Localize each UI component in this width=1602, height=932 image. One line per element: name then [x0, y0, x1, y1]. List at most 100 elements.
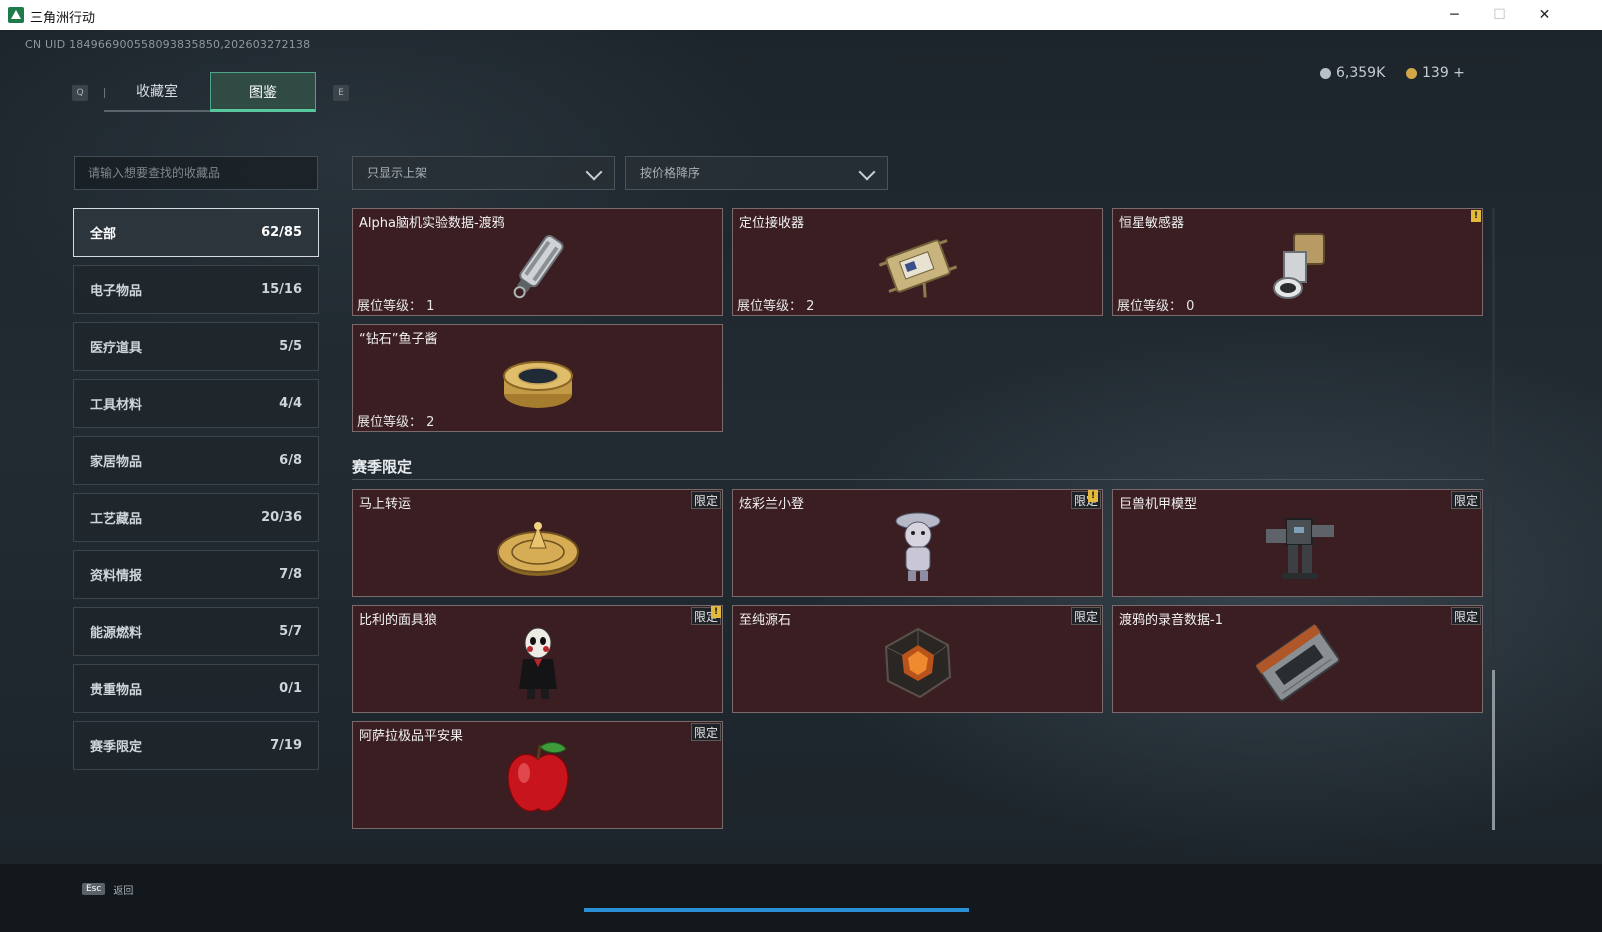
- category-count: 5/5: [279, 339, 302, 354]
- season-item-card[interactable]: 巨兽机甲模型 限定: [1112, 489, 1483, 597]
- category-electronics[interactable]: 电子物品 15/16: [73, 265, 319, 314]
- limited-tag: 限定: [1071, 607, 1101, 625]
- shelf-filter-dropdown[interactable]: 只显示上架: [352, 156, 615, 190]
- caviar-tin-icon: [502, 361, 573, 409]
- season-item-card[interactable]: 马上转运 限定: [352, 489, 723, 597]
- tab-encyclopedia[interactable]: 图鉴: [210, 72, 316, 112]
- item-name: 定位接收器: [739, 216, 805, 231]
- loading-progress-bar: [584, 908, 969, 912]
- tape-cassette-icon: [1255, 624, 1340, 702]
- window-titlebar: 三角洲行动 ─ ☐ ✕: [0, 0, 1602, 30]
- item-name: 巨兽机甲模型: [1119, 497, 1198, 512]
- sort-dropdown[interactable]: 按价格降序: [625, 156, 888, 190]
- limited-tag: 限定: [1451, 607, 1481, 625]
- prev-tab-key-hint[interactable]: Q: [72, 85, 88, 101]
- category-label: 工具材料: [90, 398, 143, 413]
- category-label: 能源燃料: [90, 626, 143, 641]
- source-stone-icon: [884, 628, 951, 699]
- season-item-card[interactable]: 阿萨拉极品平安果 限定: [352, 721, 723, 829]
- category-label: 医疗道具: [90, 341, 143, 356]
- puppet-doll-icon: [518, 627, 557, 700]
- data-canister-icon: [513, 235, 564, 299]
- category-count: 15/16: [261, 282, 302, 297]
- app-logo-icon: [8, 7, 24, 23]
- section-title-season: 赛季限定: [352, 458, 413, 476]
- item-name: “钻石”鱼子酱: [359, 332, 438, 347]
- category-count: 4/4: [279, 396, 302, 411]
- season-item-card[interactable]: 至纯源石 限定: [732, 605, 1103, 713]
- back-label: 返回: [113, 885, 134, 897]
- category-count: 5/7: [279, 624, 302, 639]
- limited-tag: 限定: [691, 491, 721, 509]
- category-all[interactable]: 全部 62/85: [73, 208, 319, 257]
- item-name: 阿萨拉极品平安果: [359, 729, 464, 744]
- sort-value: 按价格降序: [640, 166, 701, 180]
- horse-wheel-icon: [496, 522, 579, 577]
- item-name: 恒星敏感器: [1119, 216, 1185, 231]
- item-display-level: 展位等级： 2: [357, 415, 435, 430]
- category-household[interactable]: 家居物品 6/8: [73, 436, 319, 485]
- item-card[interactable]: Alpha脑机实验数据-渡鸦 展位等级： 1: [352, 208, 723, 316]
- item-name: Alpha脑机实验数据-渡鸦: [359, 216, 505, 231]
- item-name: 马上转运: [359, 497, 412, 512]
- maximize-button[interactable]: ☐: [1477, 0, 1522, 30]
- category-label: 电子物品: [90, 284, 143, 299]
- category-tools[interactable]: 工具材料 4/4: [73, 379, 319, 428]
- limited-tag: 限定: [1451, 491, 1481, 509]
- category-count: 20/36: [261, 510, 302, 525]
- back-button[interactable]: Esc 返回: [82, 880, 133, 898]
- item-display-level: 展位等级： 2: [737, 299, 815, 314]
- season-item-card[interactable]: 渡鸦的录音数据-1 限定: [1112, 605, 1483, 713]
- esc-key-hint: Esc: [82, 883, 106, 895]
- collection-search-input[interactable]: 请输入想要查找的收藏品: [74, 156, 318, 190]
- category-label: 贵重物品: [90, 683, 143, 698]
- item-display-level: 展位等级： 0: [1117, 299, 1195, 314]
- category-season-limited[interactable]: 赛季限定 7/19: [73, 721, 319, 770]
- silver-coin-icon: [1320, 67, 1331, 79]
- close-button[interactable]: ✕: [1522, 0, 1567, 30]
- footer-bar: [0, 864, 1602, 932]
- item-card[interactable]: 定位接收器 展位等级： 2: [732, 208, 1103, 316]
- category-valuables[interactable]: 贵重物品 0/1: [73, 664, 319, 713]
- apple-icon: [506, 742, 569, 813]
- window-title: 三角洲行动: [30, 11, 96, 26]
- category-medical[interactable]: 医疗道具 5/5: [73, 322, 319, 371]
- mech-model-icon: [1265, 518, 1334, 580]
- figurine-icon: [895, 512, 940, 582]
- category-label: 工艺藏品: [90, 512, 143, 527]
- gold-amount: 139 +: [1422, 65, 1465, 81]
- minimize-button[interactable]: ─: [1432, 0, 1477, 30]
- category-intel[interactable]: 资料情报 7/8: [73, 550, 319, 599]
- uid-label: CN UID 184966900558093835850,20260327213…: [25, 38, 311, 51]
- category-crafts[interactable]: 工艺藏品 20/36: [73, 493, 319, 542]
- season-item-card[interactable]: 炫彩兰小登 限定 !: [732, 489, 1103, 597]
- currency-gold[interactable]: 139 +: [1406, 65, 1465, 81]
- category-label: 赛季限定: [90, 740, 143, 755]
- item-card[interactable]: 恒星敏感器 ! 展位等级： 0: [1112, 208, 1483, 316]
- receiver-device-icon: [878, 239, 957, 298]
- category-count: 7/19: [270, 738, 302, 753]
- gold-coin-icon: [1406, 67, 1417, 79]
- item-name: 渡鸦的录音数据-1: [1119, 613, 1223, 628]
- chevron-down-icon: [585, 163, 603, 181]
- category-count: 0/1: [279, 681, 302, 696]
- item-name: 比利的面具狼: [359, 613, 438, 628]
- game-main-area: CN UID 184966900558093835850,20260327213…: [0, 30, 1602, 932]
- shelf-filter-value: 只显示上架: [367, 166, 428, 180]
- scrollbar-thumb[interactable]: [1492, 670, 1495, 830]
- item-name: 炫彩兰小登: [739, 497, 805, 512]
- currency-silver: 6,359K: [1320, 65, 1385, 81]
- category-count: 62/85: [261, 225, 302, 240]
- next-tab-key-hint[interactable]: E: [333, 85, 349, 101]
- category-count: 6/8: [279, 453, 302, 468]
- chevron-down-icon: [858, 163, 876, 181]
- category-label: 资料情报: [90, 569, 143, 584]
- item-name: 至纯源石: [739, 613, 792, 628]
- season-item-card[interactable]: 比利的面具狼 限定 !: [352, 605, 723, 713]
- item-card[interactable]: “钻石”鱼子酱 展位等级： 2: [352, 324, 723, 432]
- item-display-level: 展位等级： 1: [357, 299, 435, 314]
- category-energy[interactable]: 能源燃料 5/7: [73, 607, 319, 656]
- tab-collection-room[interactable]: 收藏室: [104, 72, 210, 112]
- warning-badge-icon: !: [1471, 210, 1481, 222]
- silver-amount: 6,359K: [1336, 65, 1386, 81]
